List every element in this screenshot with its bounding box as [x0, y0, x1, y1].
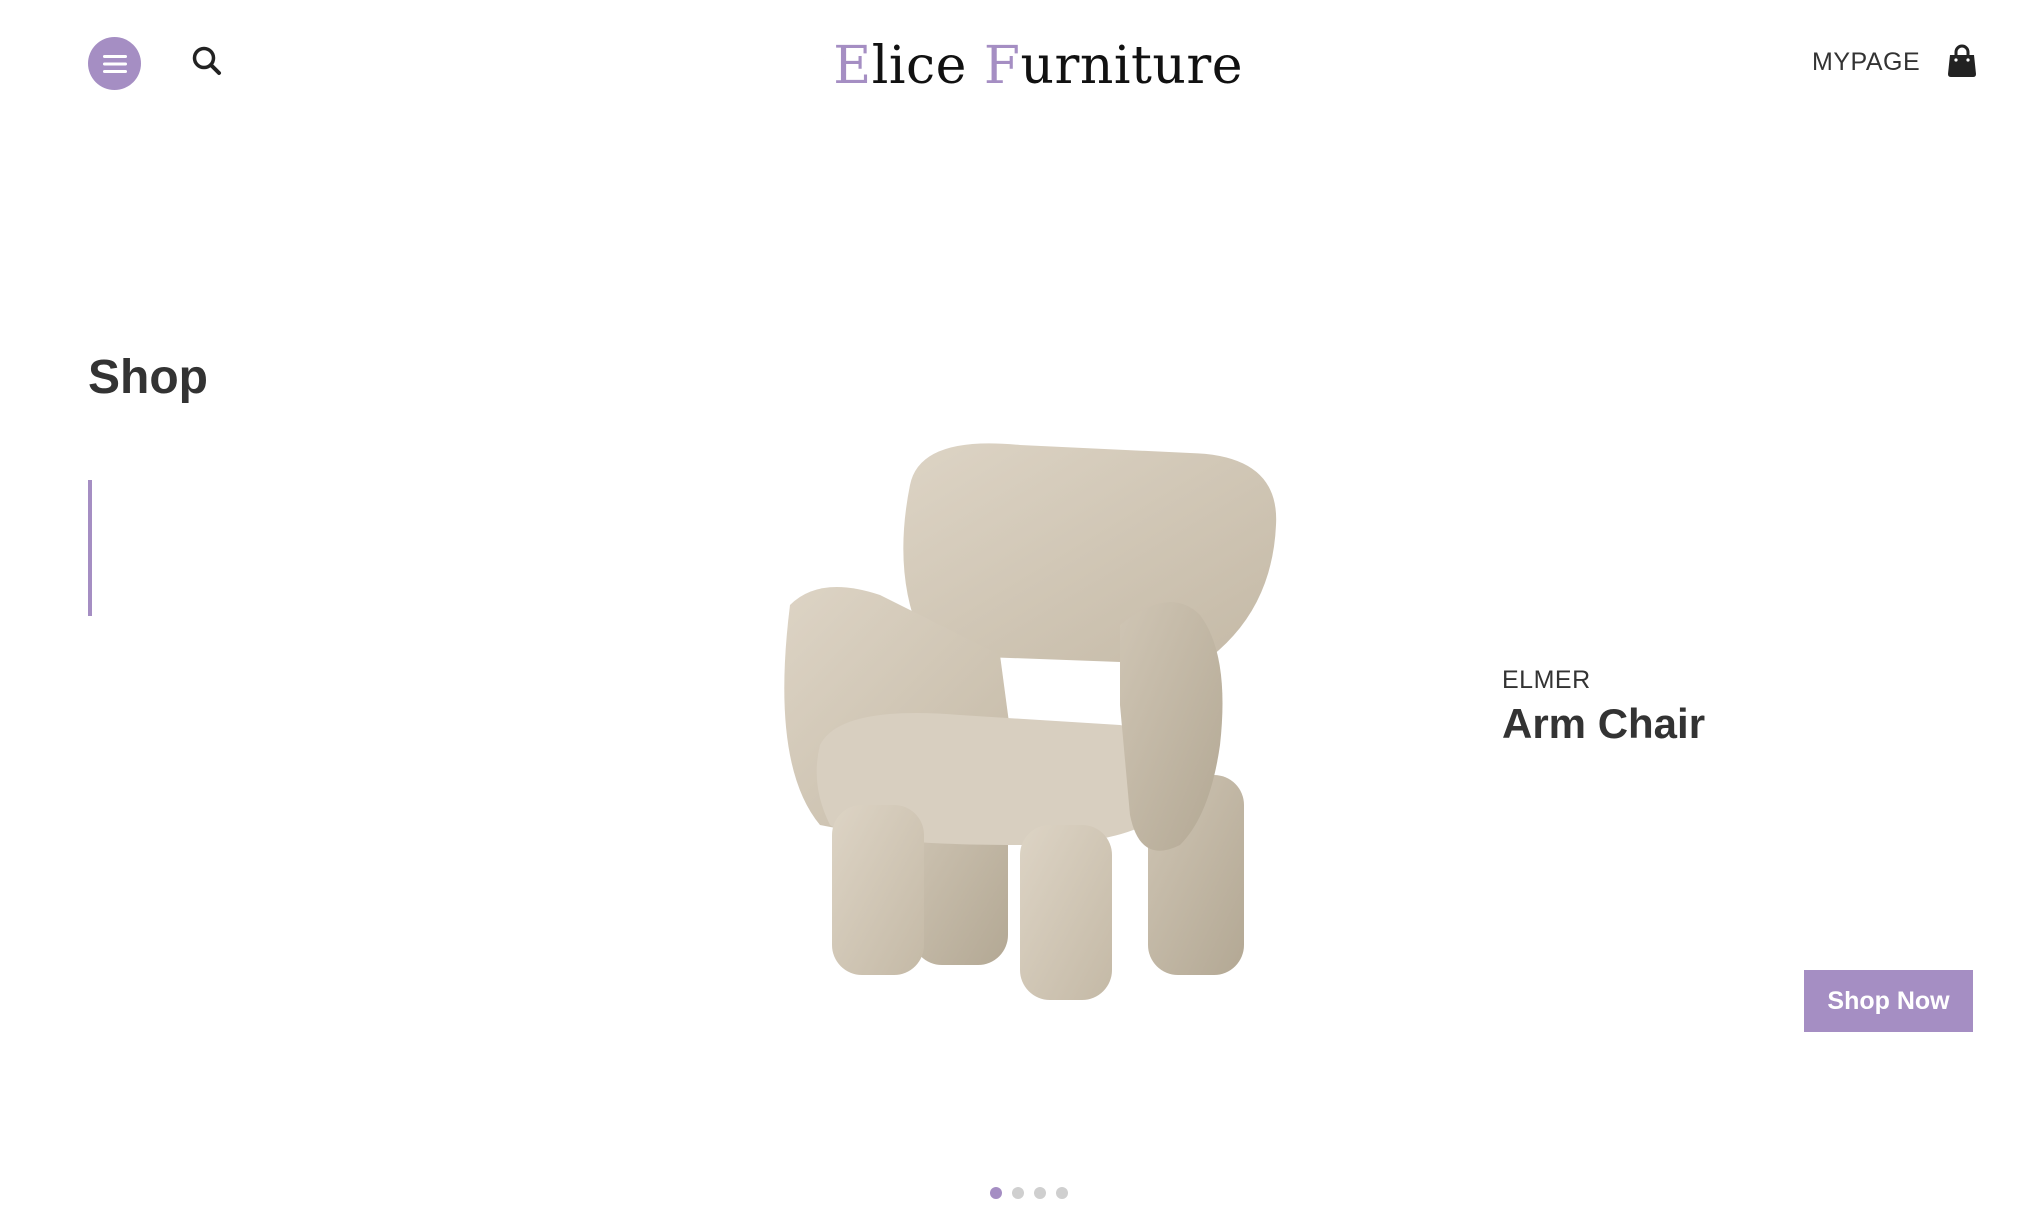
carousel-dot-1[interactable]	[990, 1187, 1002, 1199]
logo-initial-e: E	[833, 36, 872, 96]
logo-text-part1: lice	[871, 36, 984, 96]
site-logo[interactable]: Elice Furniture	[823, 12, 1243, 102]
mypage-link[interactable]: MYPAGE	[1812, 48, 1920, 77]
accent-divider	[88, 480, 92, 616]
menu-button[interactable]	[88, 37, 141, 90]
shop-now-button[interactable]: Shop Now	[1804, 970, 1973, 1032]
carousel-dot-2[interactable]	[1012, 1187, 1024, 1199]
page-title: Shop	[88, 351, 208, 404]
logo-text-part2: urniture	[1020, 36, 1243, 96]
product-brand: ELMER	[1502, 666, 1591, 694]
logo-initial-f: F	[983, 36, 1021, 96]
search-icon	[192, 46, 221, 75]
cart-button[interactable]	[1946, 44, 1978, 78]
carousel-indicators	[990, 1187, 1068, 1199]
arm-chair-image	[760, 425, 1320, 1005]
shopping-bag-icon	[1948, 44, 1976, 77]
hamburger-menu-icon	[102, 54, 127, 73]
logo-text: Elice Furniture	[833, 40, 1243, 92]
search-button[interactable]	[190, 44, 224, 78]
product-name: Arm Chair	[1502, 700, 1706, 747]
carousel-dot-3[interactable]	[1034, 1187, 1046, 1199]
carousel-dot-4[interactable]	[1056, 1187, 1068, 1199]
